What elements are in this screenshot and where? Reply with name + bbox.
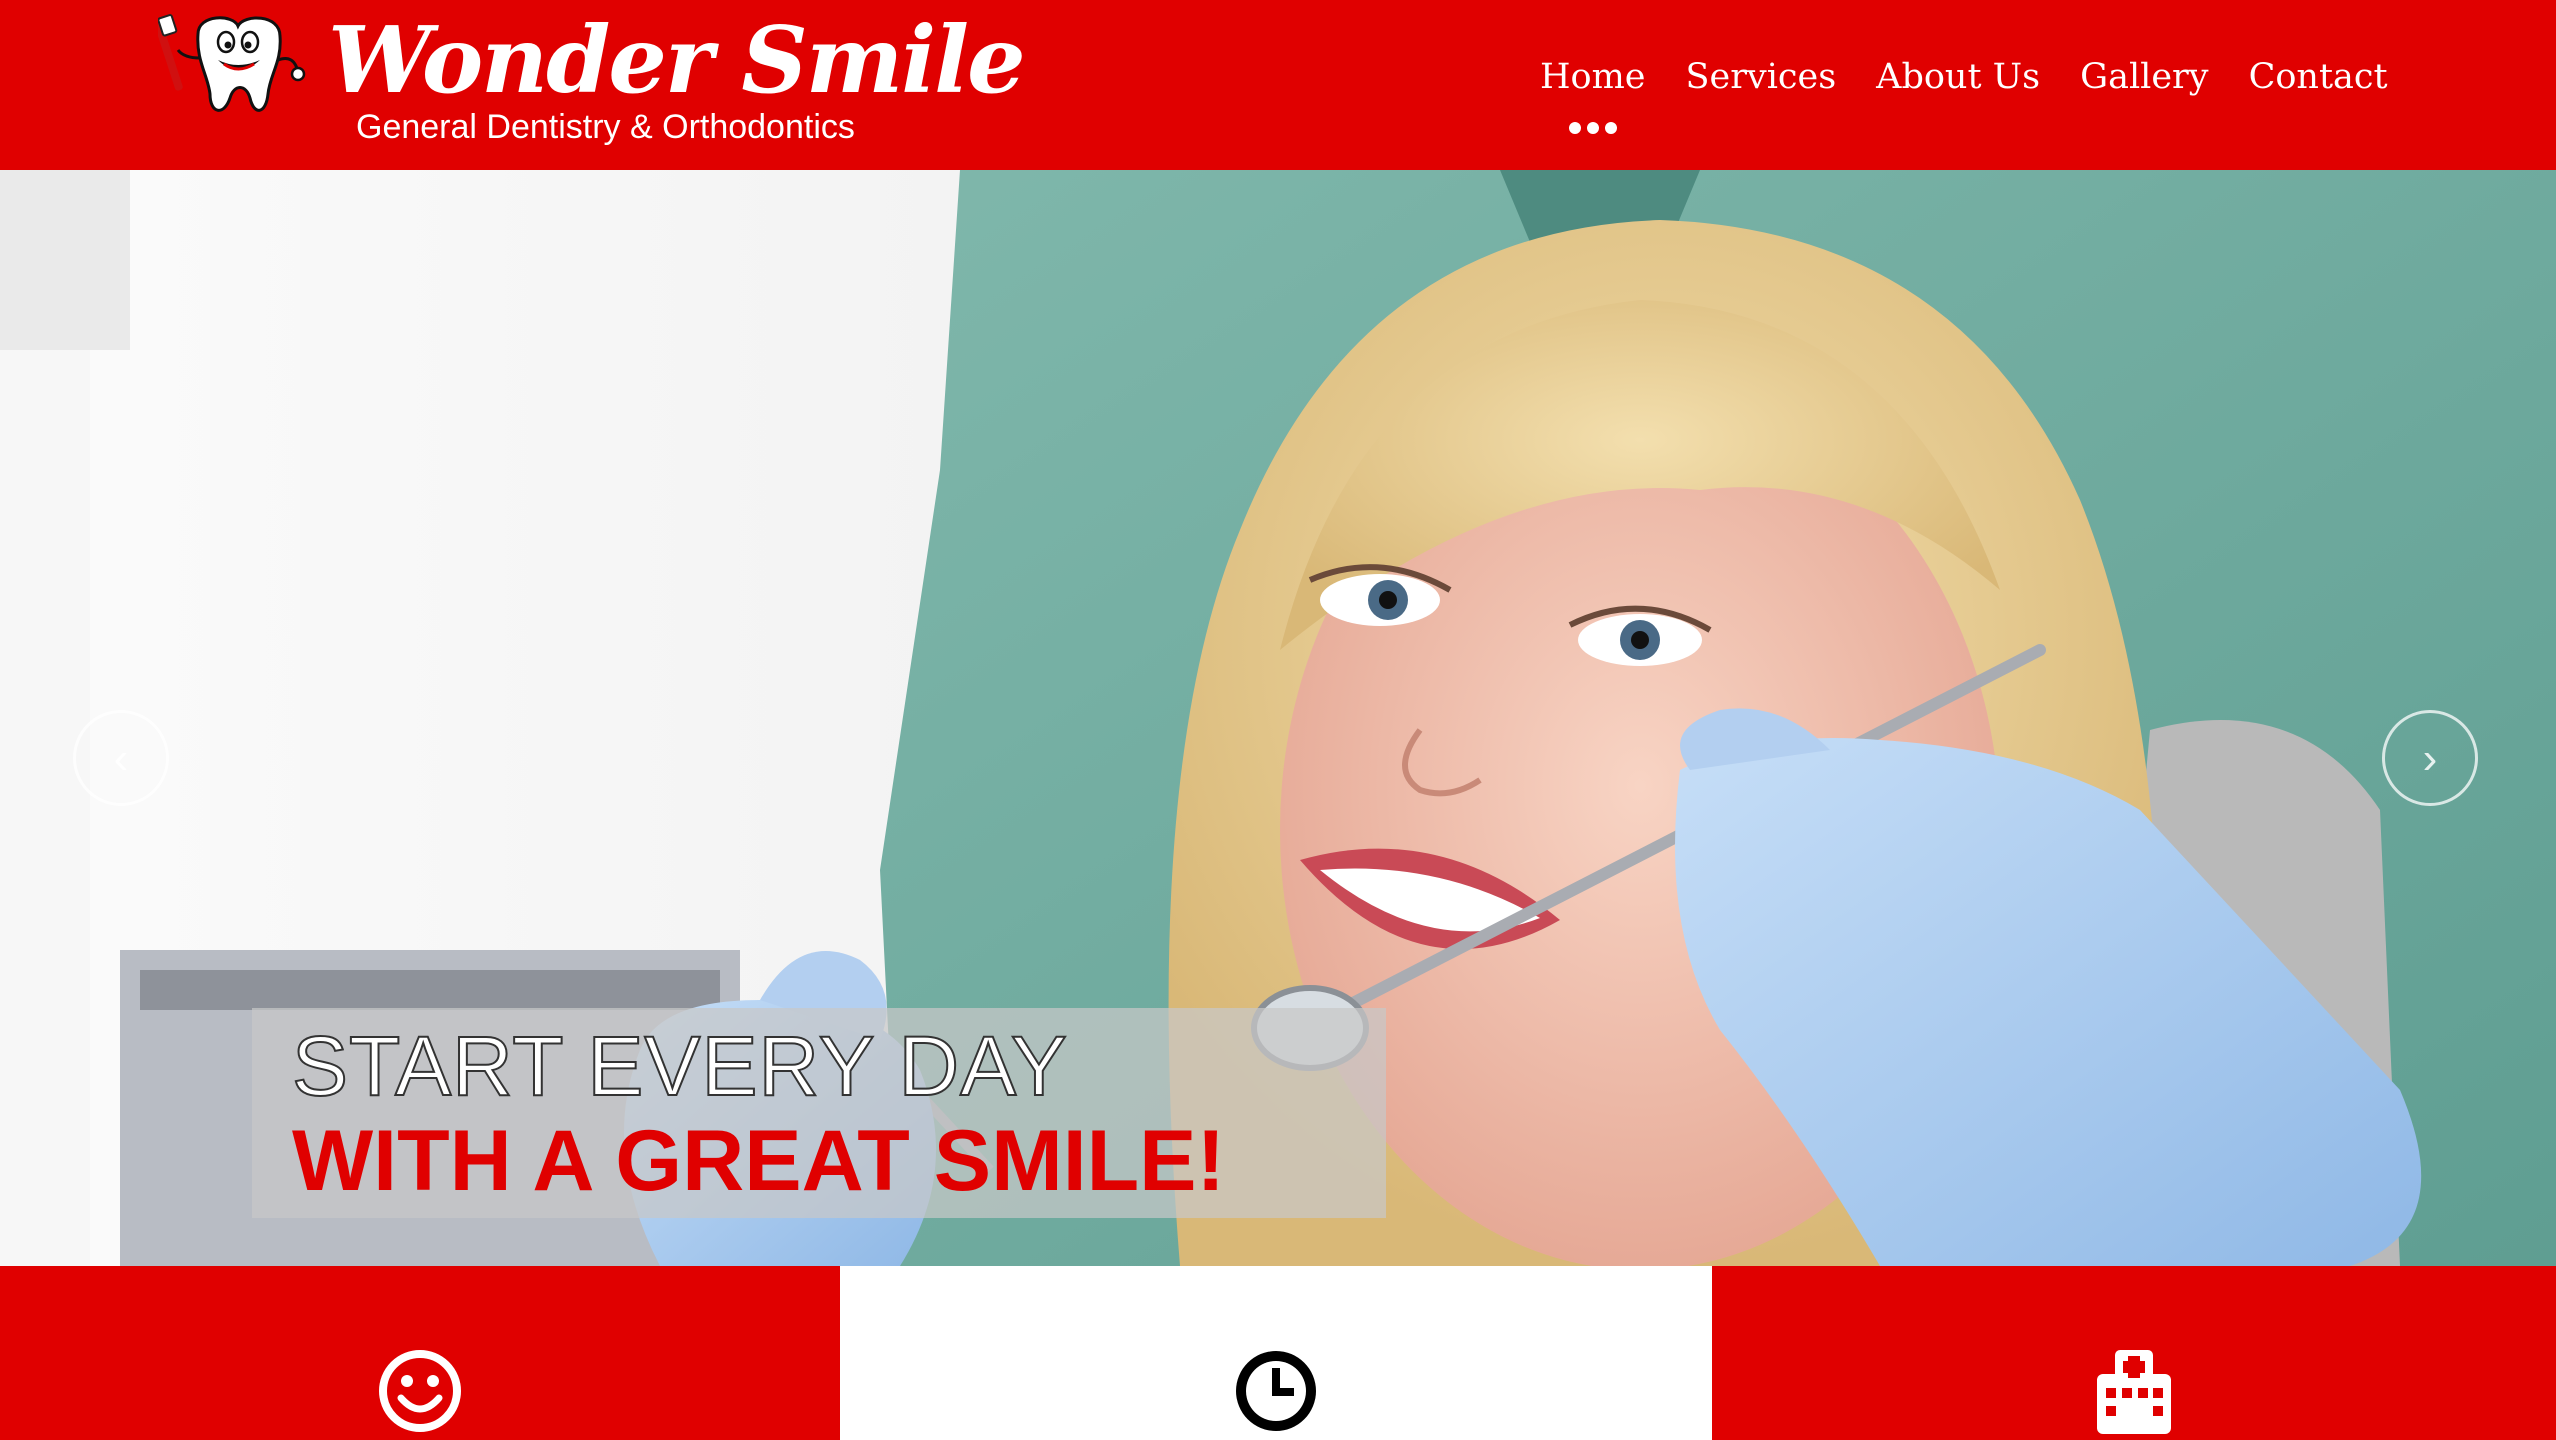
hero-caption-line2: WITH A GREAT SMILE! [292, 1113, 1226, 1209]
brand-name[interactable]: Wonder Smile [328, 0, 1026, 120]
nav-item-about-us[interactable]: About Us [1876, 52, 2040, 112]
feature-tile-smile[interactable] [0, 1266, 840, 1440]
slider-prev-button[interactable]: ‹ [73, 710, 169, 806]
nav-item-services[interactable]: Services [1686, 52, 1837, 112]
nav-item-label: Contact [2248, 57, 2388, 97]
nav-item-label: Home [1540, 57, 1646, 97]
tooth-mascot-logo-icon[interactable] [158, 14, 308, 120]
nav-item-contact[interactable]: Contact [2249, 52, 2388, 112]
hero-caption-line1: START EVERY DAY [291, 1018, 1068, 1114]
feature-tile-clinic[interactable] [1712, 1266, 2556, 1440]
smiley-icon [379, 1350, 461, 1432]
nav-item-label: About Us [1876, 57, 2041, 97]
brand-tagline: General Dentistry & Orthodontics [356, 108, 855, 146]
clock-icon [1236, 1351, 1316, 1431]
hero-slider: ‹ › START EVERY DAY WITH A GREAT SMILE! [0, 170, 2556, 1266]
hospital-icon [2097, 1350, 2171, 1434]
main-nav: Home Services About Us Gallery Contact [1540, 52, 2388, 134]
site-header: Wonder Smile General Dentistry & Orthodo… [0, 0, 2556, 170]
chevron-right-icon: › [2422, 734, 2438, 783]
chevron-left-icon: ‹ [113, 734, 129, 783]
nav-item-gallery[interactable]: Gallery [2080, 52, 2208, 112]
hero-caption: START EVERY DAY WITH A GREAT SMILE! [252, 1008, 1386, 1218]
active-indicator-icon [1568, 122, 1617, 134]
slider-next-button[interactable]: › [2382, 710, 2478, 806]
feature-strip [0, 1266, 2556, 1440]
nav-item-label: Services [1685, 57, 1837, 97]
feature-tile-hours[interactable] [840, 1266, 1712, 1440]
nav-item-home[interactable]: Home [1540, 52, 1646, 134]
nav-item-label: Gallery [2080, 57, 2209, 97]
